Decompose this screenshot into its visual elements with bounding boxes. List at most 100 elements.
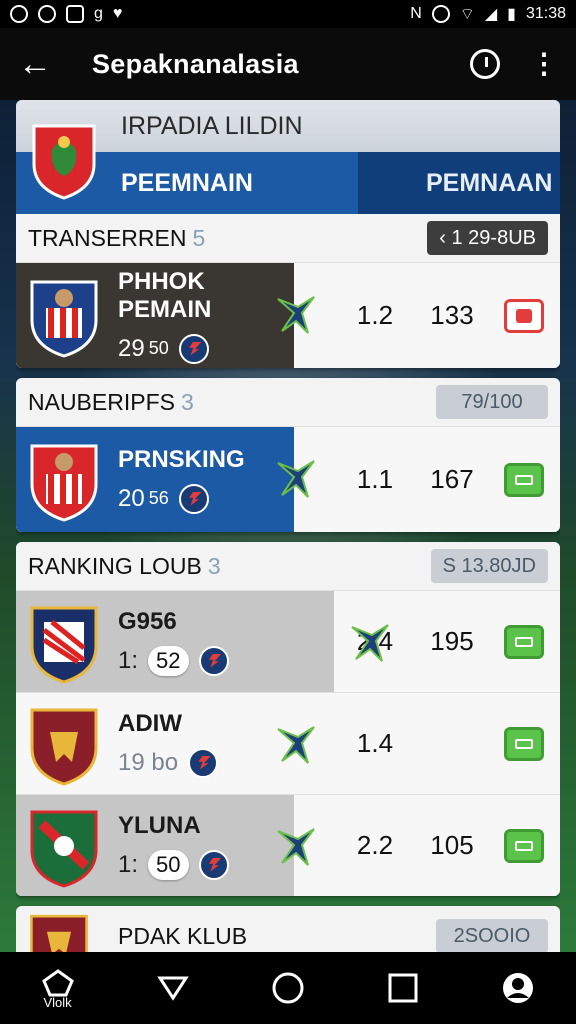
section-header: PDAK KLUB 2SOOIO — [16, 906, 560, 952]
heart-icon: ♥ — [112, 5, 123, 22]
nav-profile[interactable] — [478, 971, 558, 1005]
image-icon — [66, 5, 84, 23]
stat-rating: 1.4 — [356, 728, 394, 758]
row-left: ADIW 19 bo — [16, 693, 315, 794]
stat-rating: 1.2 — [356, 300, 394, 330]
status-time: 31:38 — [525, 5, 566, 22]
row-left: PHHOK PEMAIN 29 50 — [16, 263, 315, 368]
tab-management[interactable]: PEMNAAN — [358, 152, 560, 214]
alarm-icon — [431, 5, 450, 23]
list-item[interactable]: YLUNA 1: 50 2.2 105 — [16, 794, 560, 896]
list-item[interactable]: ADIW 19 bo 1.4 — [16, 692, 560, 794]
home-icon — [41, 968, 74, 996]
section-card: PDAK KLUB 2SOOIO — [16, 906, 560, 952]
nav-home-label: Vlolk — [43, 994, 72, 1010]
league-title: IRPADIA LILDIN — [121, 111, 303, 140]
clock-icon[interactable] — [470, 49, 500, 79]
arrow-left-icon[interactable]: ← — [18, 47, 58, 81]
profile-icon — [503, 973, 534, 1003]
club-crest-icon — [30, 606, 98, 684]
count-bubble: 50 — [148, 849, 189, 880]
club-crest-icon — [30, 914, 88, 952]
row-number: 19 bo — [118, 748, 179, 776]
nfc-icon: N — [410, 5, 422, 22]
section-pill-label: 1 29-8UB — [451, 226, 537, 249]
row-number-small: 56 — [148, 488, 169, 508]
club-crest-icon — [30, 280, 98, 358]
list-item[interactable]: G956 1:52 2.4 195 — [16, 590, 560, 692]
stat-points: 105 — [430, 830, 474, 860]
recents-square-icon — [388, 973, 418, 1003]
kit-badge-icon — [277, 726, 315, 764]
flag-icon — [178, 483, 209, 514]
section-header: NAUBERIPFS 3 79/100 — [16, 378, 560, 426]
nav-recents[interactable] — [363, 972, 443, 1004]
section-title: NAUBERIPFS — [28, 388, 175, 415]
count-bubble: 52 — [148, 645, 189, 676]
kit-badge-icon — [277, 296, 315, 334]
kit-badge-icon — [351, 624, 389, 662]
row-name: YLUNA — [118, 811, 201, 839]
row-name: ADIW — [118, 709, 182, 737]
section-header: TRANSERREN 5 ‹ 1 29-8UB — [16, 214, 560, 262]
section-title: TRANSERREN — [28, 224, 187, 251]
section-pill[interactable]: 2SOOIO — [436, 919, 548, 952]
kit-badge-icon — [277, 460, 315, 498]
flag-icon — [178, 333, 209, 364]
row-left: YLUNA 1: 50 — [16, 795, 315, 896]
more-vert-icon[interactable]: ⋮ — [530, 50, 558, 78]
nav-back[interactable] — [133, 974, 213, 1002]
section-count: 5 — [192, 224, 206, 251]
battery-icon: ▮ — [507, 6, 516, 23]
card-icon[interactable] — [504, 726, 544, 761]
kit-badge-icon — [277, 828, 315, 866]
row-left: PRNSKING 20 56 — [16, 427, 315, 532]
nav-home-circle[interactable] — [248, 971, 328, 1005]
notification-icon — [10, 5, 28, 23]
league-header: IRPADIA LILDIN — [16, 100, 560, 200]
league-crest-icon — [32, 124, 96, 200]
row-name: PHHOK PEMAIN — [118, 267, 212, 323]
card-icon[interactable] — [504, 828, 544, 863]
row-left: G956 1: 52 — [16, 591, 389, 692]
signal-icon: ◢ — [484, 6, 498, 23]
status-bar: ɡ ♥ N ⌔ ◢ ▮ 31:38 — [0, 0, 576, 28]
transfer-icon[interactable] — [504, 298, 544, 333]
club-crest-icon — [30, 810, 98, 888]
app-bar: ← Sepaknanalasia ⋮ — [0, 28, 576, 100]
stat-rating: 1.1 — [356, 464, 394, 494]
row-number: 1: — [118, 850, 139, 878]
section-title: RANKING LOUB — [28, 552, 202, 579]
app-title: Sepaknanalasia — [92, 48, 299, 79]
flag-icon — [188, 747, 219, 778]
stat-rating: 2.2 — [356, 830, 394, 860]
section-pill[interactable]: 79/100 — [436, 385, 548, 419]
list-item[interactable]: PHHOK PEMAIN 29 50 1.2 133 — [16, 262, 560, 368]
home-circle-icon — [272, 972, 304, 1004]
section-title: PDAK KLUB — [118, 922, 248, 949]
row-name: PRNSKING — [118, 445, 245, 473]
club-crest-icon — [30, 444, 98, 522]
card-icon[interactable] — [504, 624, 544, 659]
section-pill[interactable]: S 13.80JD — [430, 549, 548, 583]
section-pill[interactable]: ‹ 1 29-8UB — [427, 221, 548, 255]
row-number: 29 — [118, 334, 145, 362]
section-count: 3 — [180, 388, 194, 415]
row-number-small: 50 — [148, 338, 169, 358]
section-header: RANKING LOUB 3 S 13.80JD — [16, 542, 560, 590]
wifi-icon: ⌔ — [459, 6, 475, 23]
nav-home[interactable]: Vlolk — [18, 967, 98, 1010]
stat-points: 167 — [430, 464, 474, 494]
content-area[interactable]: IRPADIA LILDIN PEEMNAIN PEMNAAN TRANSERR… — [16, 100, 560, 952]
section-card: RANKING LOUB 3 S 13.80JD G956 1:52 2.4 1… — [16, 542, 560, 896]
stat-points: 133 — [430, 300, 474, 330]
club-crest-icon — [30, 708, 98, 786]
stat-points: 195 — [430, 626, 474, 656]
flag-icon — [198, 645, 229, 676]
notification-icon: ɡ — [94, 5, 103, 22]
navigation-bar: Vlolk — [0, 952, 576, 1024]
card-icon[interactable] — [504, 462, 544, 497]
row-name: G956 — [118, 607, 177, 635]
list-item[interactable]: PRNSKING 20 56 1.1 167 — [16, 426, 560, 532]
row-number: 1: — [118, 646, 139, 674]
